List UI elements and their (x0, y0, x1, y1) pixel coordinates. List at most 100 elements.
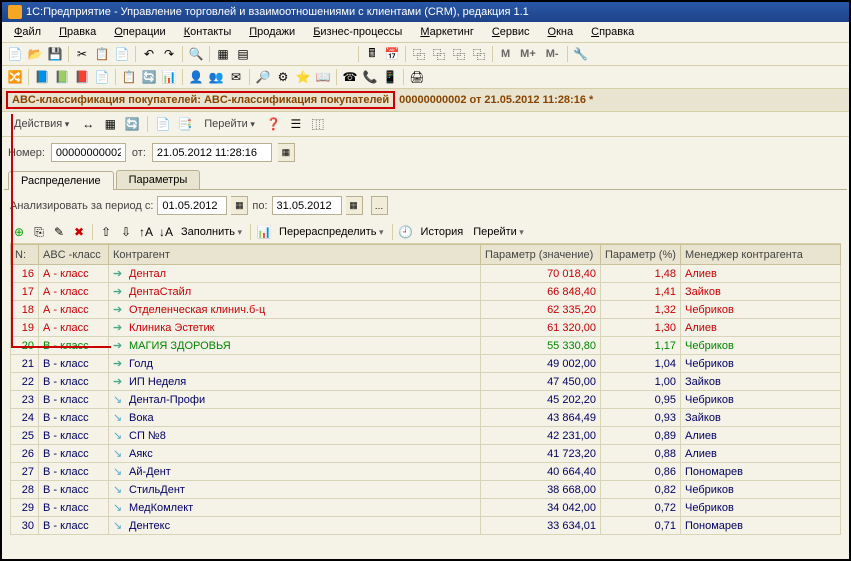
table-row[interactable]: 28В - класс↘СтильДент38 668,000,82Чебрик… (11, 481, 841, 499)
m-button[interactable]: M (497, 48, 514, 60)
doc-icon[interactable]: 📘 (33, 68, 51, 86)
col-param-pct[interactable]: Параметр (%) (601, 245, 681, 265)
date-icon[interactable]: 📅 (383, 45, 401, 63)
col-abc[interactable]: ABC -класс (39, 245, 109, 265)
calendar-icon[interactable]: ▦ (231, 196, 248, 215)
tab-distribution[interactable]: Распределение (8, 171, 114, 190)
table-row[interactable]: 26В - класс↘Аякс41 723,200,88Алиев (11, 445, 841, 463)
refresh-icon[interactable]: 🔄 (140, 68, 158, 86)
tree-icon[interactable]: ⿻ (470, 45, 488, 63)
table-row[interactable]: 22В - класс➔ИП Неделя47 450,001,00Зайков (11, 373, 841, 391)
menu-marketing[interactable]: Маркетинг (412, 24, 482, 40)
cut-icon[interactable]: ✂ (73, 45, 91, 63)
phone-icon[interactable]: 📞 (361, 68, 379, 86)
redistribute-dropdown[interactable]: Перераспределить (275, 224, 387, 240)
doc-icon[interactable]: 📗 (53, 68, 71, 86)
refresh-icon[interactable]: 🔄 (123, 115, 141, 133)
save-icon[interactable]: 💾 (46, 45, 64, 63)
sheet-icon[interactable]: 📄 (154, 115, 172, 133)
col-agent[interactable]: Контрагент (109, 245, 481, 265)
help-icon[interactable]: ❓ (265, 115, 283, 133)
user-icon[interactable]: 👤 (187, 68, 205, 86)
sheet-icon[interactable]: 📄 (93, 68, 111, 86)
chart-icon[interactable]: 📊 (160, 68, 178, 86)
tool-icon[interactable]: ⚙ (274, 68, 292, 86)
mail-icon[interactable]: ✉ (227, 68, 245, 86)
sort-asc-icon[interactable]: ↑A (137, 223, 155, 241)
menu-sales[interactable]: Продажи (241, 24, 303, 40)
table-row[interactable]: 21В - класс➔Голд49 002,001,04Чебриков (11, 355, 841, 373)
actions-dropdown[interactable]: Действия (8, 116, 75, 132)
book-icon[interactable]: 📖 (314, 68, 332, 86)
redo-icon[interactable]: ↷ (160, 45, 178, 63)
table-row[interactable]: 18А - класс➔Отделенческая клинич.б-ц62 3… (11, 301, 841, 319)
user-icon[interactable]: 👥 (207, 68, 225, 86)
toggle-icon[interactable]: ☰ (287, 115, 305, 133)
print-icon[interactable]: 🖨 (408, 68, 426, 86)
delete-icon[interactable]: ✖ (70, 223, 88, 241)
mminus-button[interactable]: M- (542, 48, 563, 60)
doc-icon[interactable]: 📕 (73, 68, 91, 86)
table-row[interactable]: 29В - класс↘МедКомлект34 042,000,72Чебри… (11, 499, 841, 517)
col-manager[interactable]: Менеджер контрагента (681, 245, 841, 265)
table-row[interactable]: 24В - класс↘Вока43 864,490,93Зайков (11, 409, 841, 427)
fill-dropdown[interactable]: Заполнить (177, 224, 246, 240)
edit-icon[interactable]: ✎ (50, 223, 68, 241)
table-row[interactable]: 30В - класс↘Дентекс33 634,010,71Пономаре… (11, 517, 841, 535)
menu-operations[interactable]: Операции (106, 24, 173, 40)
menu-contacts[interactable]: Контакты (176, 24, 240, 40)
doc-icon[interactable]: 📑 (176, 115, 194, 133)
go-dropdown[interactable]: Перейти (469, 224, 528, 240)
switch-icon[interactable]: 🔀 (6, 68, 24, 86)
grid-icon[interactable]: ▦ (101, 115, 119, 133)
table-row[interactable]: 16А - класс➔Дентал70 018,401,48Алиев (11, 265, 841, 283)
go-dropdown[interactable]: Перейти (198, 116, 261, 132)
tab-parameters[interactable]: Параметры (116, 170, 201, 189)
table-row[interactable]: 23В - класс↘Дентал-Профи45 202,200,95Чеб… (11, 391, 841, 409)
table-row[interactable]: 25В - класс↘СП №842 231,000,89Алиев (11, 427, 841, 445)
copy-icon[interactable]: 📋 (93, 45, 111, 63)
tool-icon[interactable]: ▤ (234, 45, 252, 63)
settings-icon[interactable]: 🔧 (572, 45, 590, 63)
list-icon[interactable]: 📋 (120, 68, 138, 86)
find-icon[interactable]: 🔍 (187, 45, 205, 63)
mplus-button[interactable]: M+ (516, 48, 540, 60)
table-row[interactable]: 17А - класс➔ДентаСтайл66 848,401,41Зайко… (11, 283, 841, 301)
sort-desc-icon[interactable]: ↓A (157, 223, 175, 241)
move-up-icon[interactable]: ⇧ (97, 223, 115, 241)
phone-icon[interactable]: ☎ (341, 68, 359, 86)
tree-icon[interactable]: ⿻ (430, 45, 448, 63)
menu-service[interactable]: Сервис (484, 24, 538, 40)
undo-icon[interactable]: ↶ (140, 45, 158, 63)
move-down-icon[interactable]: ⇩ (117, 223, 135, 241)
phone-icon[interactable]: 📱 (381, 68, 399, 86)
magnify-icon[interactable]: 🔎 (254, 68, 272, 86)
date-input[interactable] (152, 143, 272, 162)
menu-help[interactable]: Справка (583, 24, 642, 40)
menu-edit[interactable]: Правка (51, 24, 104, 40)
post-icon[interactable]: ↔ (79, 115, 97, 133)
history-label[interactable]: История (417, 224, 468, 240)
star-icon[interactable]: ⭐ (294, 68, 312, 86)
data-grid[interactable]: N: ABC -класс Контрагент Параметр (значе… (10, 244, 841, 535)
calc-icon[interactable]: 🖩 (363, 45, 381, 63)
col-n[interactable]: N: (11, 245, 39, 265)
period-to-input[interactable] (272, 196, 342, 215)
tree-icon[interactable]: ⿻ (450, 45, 468, 63)
table-row[interactable]: 20В - класс➔МАГИЯ ЗДОРОВЬЯ55 330,801,17Ч… (11, 337, 841, 355)
add-copy-icon[interactable]: ⎘ (30, 223, 48, 241)
table-row[interactable]: 19А - класс➔Клиника Эстетик61 320,001,30… (11, 319, 841, 337)
tree-icon[interactable]: ⿻ (410, 45, 428, 63)
paste-icon[interactable]: 📄 (113, 45, 131, 63)
menu-file[interactable]: Файл (6, 24, 49, 40)
toggle-icon[interactable]: ⿲ (309, 115, 327, 133)
history-icon[interactable]: 🕘 (397, 223, 415, 241)
calendar-icon[interactable]: ▦ (278, 143, 295, 162)
period-select-button[interactable]: … (371, 196, 388, 215)
open-icon[interactable]: 📂 (26, 45, 44, 63)
new-icon[interactable]: 📄 (6, 45, 24, 63)
col-param-val[interactable]: Параметр (значение) (481, 245, 601, 265)
calendar-icon[interactable]: ▦ (346, 196, 363, 215)
period-from-input[interactable] (157, 196, 227, 215)
menu-biz[interactable]: Бизнес-процессы (305, 24, 410, 40)
